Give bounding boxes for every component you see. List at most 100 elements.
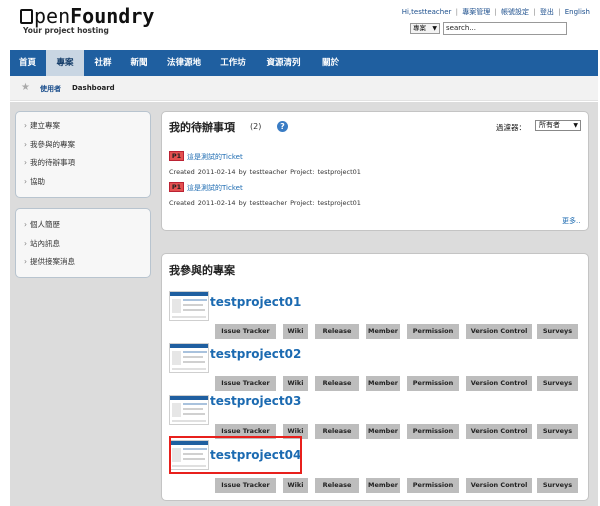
sidebar-item-label: 我參與的專案 bbox=[30, 139, 75, 149]
nav-item-workshop[interactable]: 工作坊 bbox=[212, 50, 254, 76]
nav-item-community[interactable]: 社群 bbox=[86, 50, 120, 76]
toplink-logout[interactable]: 登出 bbox=[540, 8, 554, 16]
member-button[interactable]: Member bbox=[366, 478, 400, 493]
sidebar-item-my-todos[interactable]: › 我的待辦事項 bbox=[24, 157, 75, 168]
project-thumbnail[interactable] bbox=[169, 343, 209, 373]
sidebar-box-projects: › 建立專案 › 我參與的專案 › 我的待辦事項 › 協助 bbox=[15, 111, 151, 198]
issue-tracker-button[interactable]: Issue Tracker bbox=[215, 478, 276, 493]
sidebar-item-messages[interactable]: › 站內訊息 bbox=[24, 238, 60, 249]
help-icon[interactable]: ? bbox=[277, 121, 288, 132]
todo-count: (2) bbox=[250, 122, 262, 131]
release-button[interactable]: Release bbox=[315, 424, 359, 439]
toplink-project-admin[interactable]: 專案管理 bbox=[462, 8, 490, 16]
nav-item-home[interactable]: 首頁 bbox=[10, 50, 45, 76]
chevron-right-icon: › bbox=[24, 121, 27, 130]
search-scope-select[interactable]: 專案 ▼ bbox=[410, 23, 440, 34]
thumb-line bbox=[183, 408, 203, 410]
sidebar-item-help[interactable]: › 協助 bbox=[24, 176, 45, 187]
top-links: Hi,testteacher | 專案管理 | 帳號設定 | 登出 | Engl… bbox=[402, 7, 590, 17]
permission-button[interactable]: Permission bbox=[407, 478, 459, 493]
nav-item-news[interactable]: 新聞 bbox=[121, 50, 157, 76]
version-control-button[interactable]: Version Control bbox=[466, 324, 532, 339]
chevron-right-icon: › bbox=[24, 176, 27, 186]
permission-button[interactable]: Permission bbox=[407, 376, 459, 391]
member-button[interactable]: Member bbox=[366, 376, 400, 391]
openfoundry-logo[interactable]: penFoundry bbox=[20, 4, 154, 28]
project-thumbnail[interactable] bbox=[169, 395, 209, 425]
thumb-line bbox=[183, 361, 205, 363]
toplink-separator: | bbox=[455, 8, 458, 16]
thumb-side bbox=[172, 351, 181, 365]
thumb-line bbox=[172, 420, 206, 422]
release-button[interactable]: Release bbox=[315, 376, 359, 391]
thumb-line bbox=[183, 299, 207, 301]
thumb-line bbox=[183, 309, 205, 311]
permission-button[interactable]: Permission bbox=[407, 324, 459, 339]
member-button[interactable]: Member bbox=[366, 324, 400, 339]
sidebar-item-label: 站內訊息 bbox=[30, 238, 60, 248]
thumb-side bbox=[172, 299, 181, 313]
more-link[interactable]: 更多.. bbox=[562, 216, 580, 226]
thumb-line bbox=[172, 316, 206, 318]
sidebar-item-label: 我的待辦事項 bbox=[30, 158, 75, 167]
chevron-right-icon: › bbox=[24, 220, 27, 229]
issue-tracker-button[interactable]: Issue Tracker bbox=[215, 324, 276, 339]
wiki-button[interactable]: Wiki bbox=[283, 478, 308, 493]
nav-item-projects[interactable]: 專案 bbox=[46, 50, 84, 76]
member-button[interactable]: Member bbox=[366, 424, 400, 439]
permission-button[interactable]: Permission bbox=[407, 424, 459, 439]
highlight-box bbox=[169, 436, 302, 474]
project-name-link[interactable]: testproject03 bbox=[210, 394, 301, 408]
thumb-line bbox=[183, 413, 205, 415]
sidebar-item-label: 提供接案消息 bbox=[30, 257, 75, 266]
surveys-button[interactable]: Surveys bbox=[537, 324, 578, 339]
version-control-button[interactable]: Version Control bbox=[466, 478, 532, 493]
project-name-link[interactable]: testproject02 bbox=[210, 347, 301, 361]
sidebar-item-job-offers[interactable]: › 提供接案消息 bbox=[24, 256, 75, 267]
main-nav: 首頁 專案 社群 新聞 法律源地 工作坊 資源清列 關於 bbox=[10, 50, 598, 76]
nav-item-legal[interactable]: 法律源地 bbox=[158, 50, 210, 76]
filter-select[interactable]: 所有者 ▼ bbox=[535, 120, 581, 131]
chevron-right-icon: › bbox=[24, 257, 27, 266]
thumb-line bbox=[183, 403, 207, 405]
toplink-separator: | bbox=[533, 8, 536, 16]
chevron-right-icon: › bbox=[24, 139, 27, 149]
sidebar-item-label: 建立專案 bbox=[30, 121, 60, 130]
breadcrumb-user[interactable]: 使用者 bbox=[40, 84, 61, 94]
page: penFoundry Your project hosting Hi,testt… bbox=[0, 0, 600, 506]
nav-item-about[interactable]: 關於 bbox=[313, 50, 348, 76]
toplink-greeting[interactable]: Hi,testteacher bbox=[402, 8, 452, 16]
toplink-language[interactable]: English bbox=[565, 8, 590, 16]
version-control-button[interactable]: Version Control bbox=[466, 424, 532, 439]
star-icon[interactable]: ★ bbox=[21, 82, 30, 94]
release-button[interactable]: Release bbox=[315, 478, 359, 493]
wiki-button[interactable]: Wiki bbox=[283, 376, 308, 391]
sidebar-item-create-project[interactable]: › 建立專案 bbox=[24, 120, 60, 131]
search-scope-value: 專案 bbox=[413, 24, 426, 32]
projects-title: 我參與的專案 bbox=[169, 264, 235, 277]
nav-item-resources[interactable]: 資源清列 bbox=[256, 50, 311, 76]
issue-tracker-button[interactable]: Issue Tracker bbox=[215, 376, 276, 391]
sidebar-item-my-projects[interactable]: › 我參與的專案 bbox=[24, 139, 75, 150]
thumb-side bbox=[172, 403, 181, 417]
ticket-link[interactable]: 這是測試的Ticket bbox=[187, 152, 243, 162]
surveys-button[interactable]: Surveys bbox=[537, 424, 578, 439]
version-control-button[interactable]: Version Control bbox=[466, 376, 532, 391]
project-thumbnail[interactable] bbox=[169, 291, 209, 321]
release-button[interactable]: Release bbox=[315, 324, 359, 339]
toplink-separator: | bbox=[558, 8, 561, 16]
surveys-button[interactable]: Surveys bbox=[537, 478, 578, 493]
ticket-link[interactable]: 這是測試的Ticket bbox=[187, 183, 243, 193]
surveys-button[interactable]: Surveys bbox=[537, 376, 578, 391]
ticket-meta: Created 2011-02-14 by testteacher Projec… bbox=[169, 168, 361, 176]
chevron-right-icon: › bbox=[24, 158, 27, 167]
toplink-account-settings[interactable]: 帳號設定 bbox=[501, 8, 529, 16]
wiki-button[interactable]: Wiki bbox=[283, 324, 308, 339]
project-name-link[interactable]: testproject01 bbox=[210, 295, 301, 309]
thumb-bar bbox=[170, 396, 208, 400]
sidebar-item-profile[interactable]: › 個人簡歷 bbox=[24, 219, 60, 230]
thumb-line bbox=[183, 356, 203, 358]
filter-value: 所有者 bbox=[539, 121, 560, 129]
thumb-line bbox=[172, 368, 206, 370]
search-input[interactable]: search... bbox=[443, 22, 567, 35]
